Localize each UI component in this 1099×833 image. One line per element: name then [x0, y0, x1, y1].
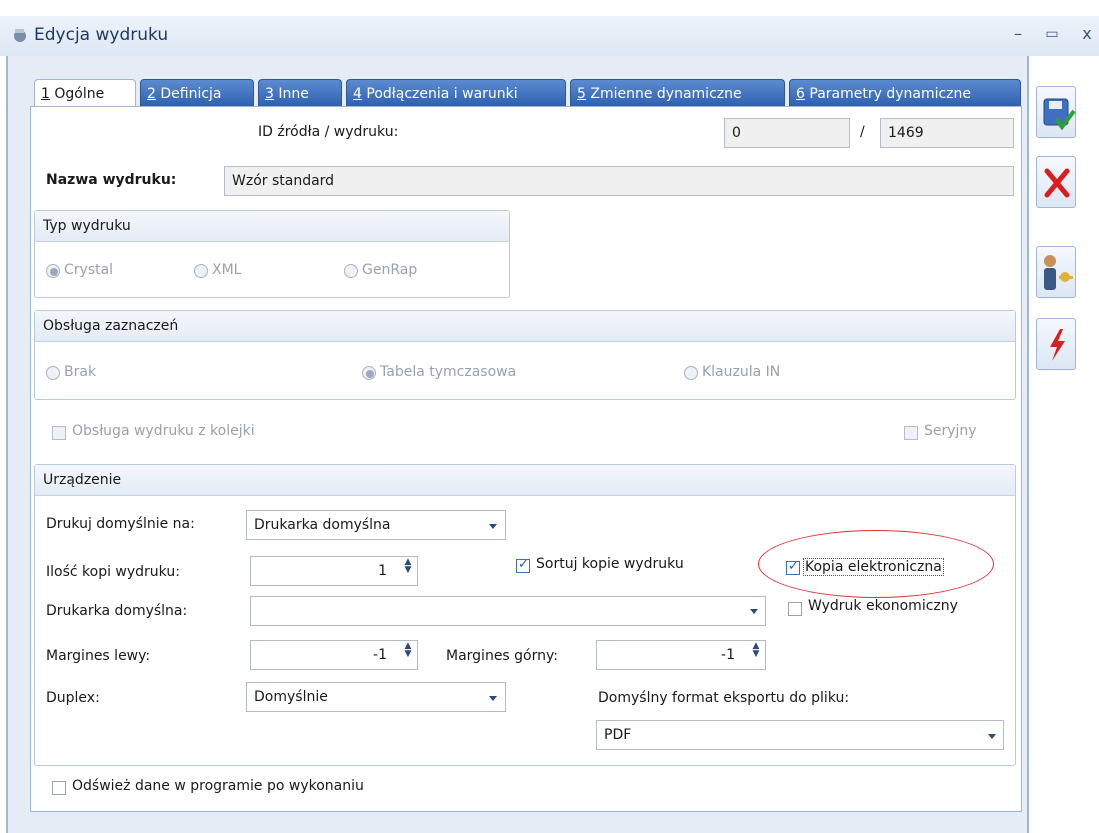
refresh-checkbox[interactable]	[52, 781, 66, 795]
radio-tabela-label: Tabela tymczasowa	[380, 364, 517, 380]
minimize-button[interactable]: –	[1006, 22, 1030, 46]
close-icon	[1044, 168, 1070, 198]
id-print-field: 1469	[880, 118, 1014, 148]
close-button[interactable]: x	[1075, 22, 1099, 46]
selection-group: Obsługa zaznaczeń	[34, 310, 1016, 400]
export-format-value: PDF	[604, 727, 632, 743]
serial-checkbox-label: Seryjny	[924, 423, 977, 439]
chevron-down-icon[interactable]	[489, 524, 497, 529]
duplex-label: Duplex:	[46, 690, 100, 706]
radio-crystal[interactable]	[46, 264, 60, 278]
margin-left-stepper[interactable]: -1	[250, 640, 418, 670]
lightning-icon	[1050, 329, 1065, 361]
electronic-copy-label: Kopia elektroniczna	[803, 558, 944, 576]
id-source-field: 0	[724, 118, 850, 148]
tab-ogolne[interactable]: 1 Ogólne	[34, 79, 136, 109]
tab-zmienne[interactable]: 5 Zmienne dynamiczne	[570, 79, 785, 107]
selection-header: Obsługa zaznaczeń	[35, 311, 1015, 342]
margin-top-label: Margines górny:	[446, 648, 558, 664]
app-icon	[14, 29, 26, 42]
permissions-button[interactable]	[1036, 246, 1076, 298]
export-format-select[interactable]: PDF	[596, 720, 1004, 750]
tab-podlaczenia[interactable]: 4 Podłączenia i warunki	[346, 79, 566, 107]
margin-top-stepper[interactable]: -1	[596, 640, 766, 670]
name-label: Nazwa wydruku:	[46, 172, 177, 188]
margin-top-spinner[interactable]: ▲ ▼	[749, 642, 763, 659]
default-printer-label: Drukarka domyślna:	[46, 603, 188, 619]
id-label: ID źródła / wydruku:	[258, 124, 399, 140]
save-button[interactable]	[1036, 86, 1076, 138]
default-printer-select[interactable]	[250, 596, 766, 626]
print-type-group: Typ wydruku	[34, 210, 510, 298]
radio-brak[interactable]	[46, 366, 60, 380]
print-default-label: Drukuj domyślnie na:	[46, 516, 195, 532]
copies-stepper[interactable]: 1	[250, 556, 418, 586]
print-default-value: Drukarka domyślna	[254, 517, 391, 533]
save-icon	[1043, 98, 1076, 131]
economic-label: Wydruk ekonomiczny	[808, 598, 958, 614]
window-title: Edycja wydruku	[34, 25, 169, 45]
margin-left-spinner[interactable]: ▲ ▼	[401, 642, 415, 659]
tab-definicja[interactable]: 2 Definicja	[140, 79, 254, 107]
print-type-header: Typ wydruku	[35, 211, 509, 242]
device-header: Urządzenie	[35, 465, 1015, 496]
radio-klauzula-in[interactable]	[684, 366, 698, 380]
copies-spinner[interactable]: ▲ ▼	[401, 558, 415, 575]
maximize-button[interactable]: ▭	[1040, 22, 1064, 46]
export-format-label: Domyślny format eksportu do pliku:	[598, 690, 850, 706]
margin-left-label: Margines lewy:	[46, 648, 151, 664]
name-field[interactable]: Wzór standard	[224, 166, 1014, 196]
sort-copies-checkbox[interactable]	[516, 557, 530, 573]
copies-label: Ilość kopi wydruku:	[46, 564, 180, 580]
queue-checkbox[interactable]	[52, 426, 66, 440]
radio-xml[interactable]	[194, 264, 208, 278]
refresh-checkbox-label: Odśwież dane w programie po wykonaniu	[72, 778, 364, 794]
radio-brak-label: Brak	[64, 364, 97, 380]
radio-klauzula-label: Klauzula IN	[702, 364, 781, 380]
print-default-select[interactable]: Drukarka domyślna	[246, 510, 506, 540]
user-key-icon	[1044, 255, 1073, 290]
chevron-down-icon[interactable]	[988, 734, 996, 739]
economic-checkbox[interactable]	[788, 602, 802, 616]
radio-tabela-tymczasowa[interactable]	[362, 366, 376, 380]
radio-genrap-label: GenRap	[362, 262, 418, 278]
radio-xml-label: XML	[212, 262, 242, 278]
margin-top-value: -1	[721, 647, 735, 663]
tab-parametry[interactable]: 6 Parametry dynamiczne	[789, 79, 1021, 107]
tab-inne[interactable]: 3 Inne	[258, 79, 342, 107]
radio-genrap[interactable]	[344, 264, 358, 278]
duplex-value: Domyślnie	[254, 689, 328, 705]
duplex-select[interactable]: Domyślnie	[246, 682, 506, 712]
serial-checkbox[interactable]	[904, 426, 918, 440]
radio-crystal-label: Crystal	[64, 262, 114, 278]
electronic-copy-checkbox[interactable]	[786, 559, 800, 575]
queue-checkbox-label: Obsługa wydruku z kolejki	[72, 423, 255, 439]
execute-button[interactable]	[1036, 318, 1076, 370]
chevron-down-icon[interactable]	[489, 696, 497, 701]
margin-left-value: -1	[373, 647, 387, 663]
cancel-button[interactable]	[1036, 156, 1076, 208]
copies-value: 1	[378, 563, 387, 579]
chevron-down-icon[interactable]	[750, 609, 758, 614]
sort-copies-label: Sortuj kopie wydruku	[536, 556, 684, 572]
id-separator: /	[860, 124, 865, 140]
